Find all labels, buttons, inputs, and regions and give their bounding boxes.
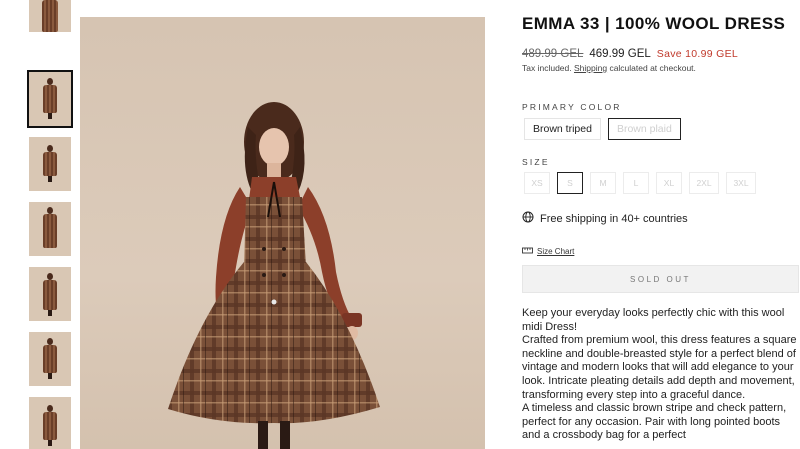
- size-option-m[interactable]: M: [590, 172, 616, 194]
- shipping-info: Free shipping in 40+ countries: [522, 211, 688, 226]
- tax-rest-text: calculated at checkout.: [607, 63, 696, 73]
- size-label: SIZE: [522, 157, 550, 167]
- description-paragraph: Keep your everyday looks perfectly chic …: [522, 307, 785, 333]
- product-title: EMMA 33 | 100% WOOL DRESS: [522, 14, 786, 33]
- size-chart-label: Size Chart: [537, 247, 575, 256]
- savings-badge: Save 10.99 GEL: [656, 48, 739, 60]
- shipping-text: Free shipping in 40+ countries: [540, 212, 688, 225]
- sold-out-button[interactable]: SOLD OUT: [522, 265, 799, 293]
- original-price: 489.99 GEL: [522, 48, 584, 60]
- color-option-brown-plaid[interactable]: Brown plaid: [607, 118, 681, 140]
- product-description: Keep your everyday looks perfectly chic …: [522, 307, 800, 443]
- shipping-link[interactable]: Shipping: [574, 63, 607, 73]
- size-options: XS S M L XL 2XL 3XL: [524, 172, 756, 194]
- thumbnail-2[interactable]: [27, 70, 73, 128]
- description-paragraph: Crafted from premium wool, this dress fe…: [522, 334, 797, 401]
- color-options: Brown triped Brown plaid: [524, 118, 681, 140]
- size-option-s[interactable]: S: [557, 172, 583, 194]
- thumbnail-3[interactable]: [29, 137, 71, 191]
- thumbnail-6[interactable]: [29, 332, 71, 386]
- thumbnail-4[interactable]: [29, 202, 71, 256]
- main-product-image: [80, 17, 485, 449]
- description-paragraph: A timeless and classic brown stripe and …: [522, 402, 787, 442]
- size-chart-link[interactable]: Size Chart: [522, 246, 574, 257]
- size-option-xl[interactable]: XL: [656, 172, 682, 194]
- tax-note: Tax included. Shipping calculated at che…: [522, 63, 696, 73]
- price-row: 489.99 GEL 469.99 GEL Save 10.99 GEL: [522, 48, 738, 60]
- color-option-brown-triped[interactable]: Brown triped: [524, 118, 601, 140]
- globe-icon: [522, 211, 534, 226]
- ruler-icon: [522, 246, 533, 257]
- sale-price: 469.99 GEL: [589, 48, 651, 60]
- thumbnail-gallery: [27, 0, 73, 449]
- size-option-3xl[interactable]: 3XL: [726, 172, 756, 194]
- size-option-2xl[interactable]: 2XL: [689, 172, 719, 194]
- model-illustration: [168, 102, 380, 449]
- tax-text: Tax included.: [522, 63, 574, 73]
- thumbnail-7[interactable]: [29, 397, 71, 449]
- color-label: PRIMARY COLOR: [522, 102, 622, 112]
- size-option-l[interactable]: L: [623, 172, 649, 194]
- thumbnail-5[interactable]: [29, 267, 71, 321]
- size-option-xs[interactable]: XS: [524, 172, 550, 194]
- thumbnail-1[interactable]: [29, 0, 71, 32]
